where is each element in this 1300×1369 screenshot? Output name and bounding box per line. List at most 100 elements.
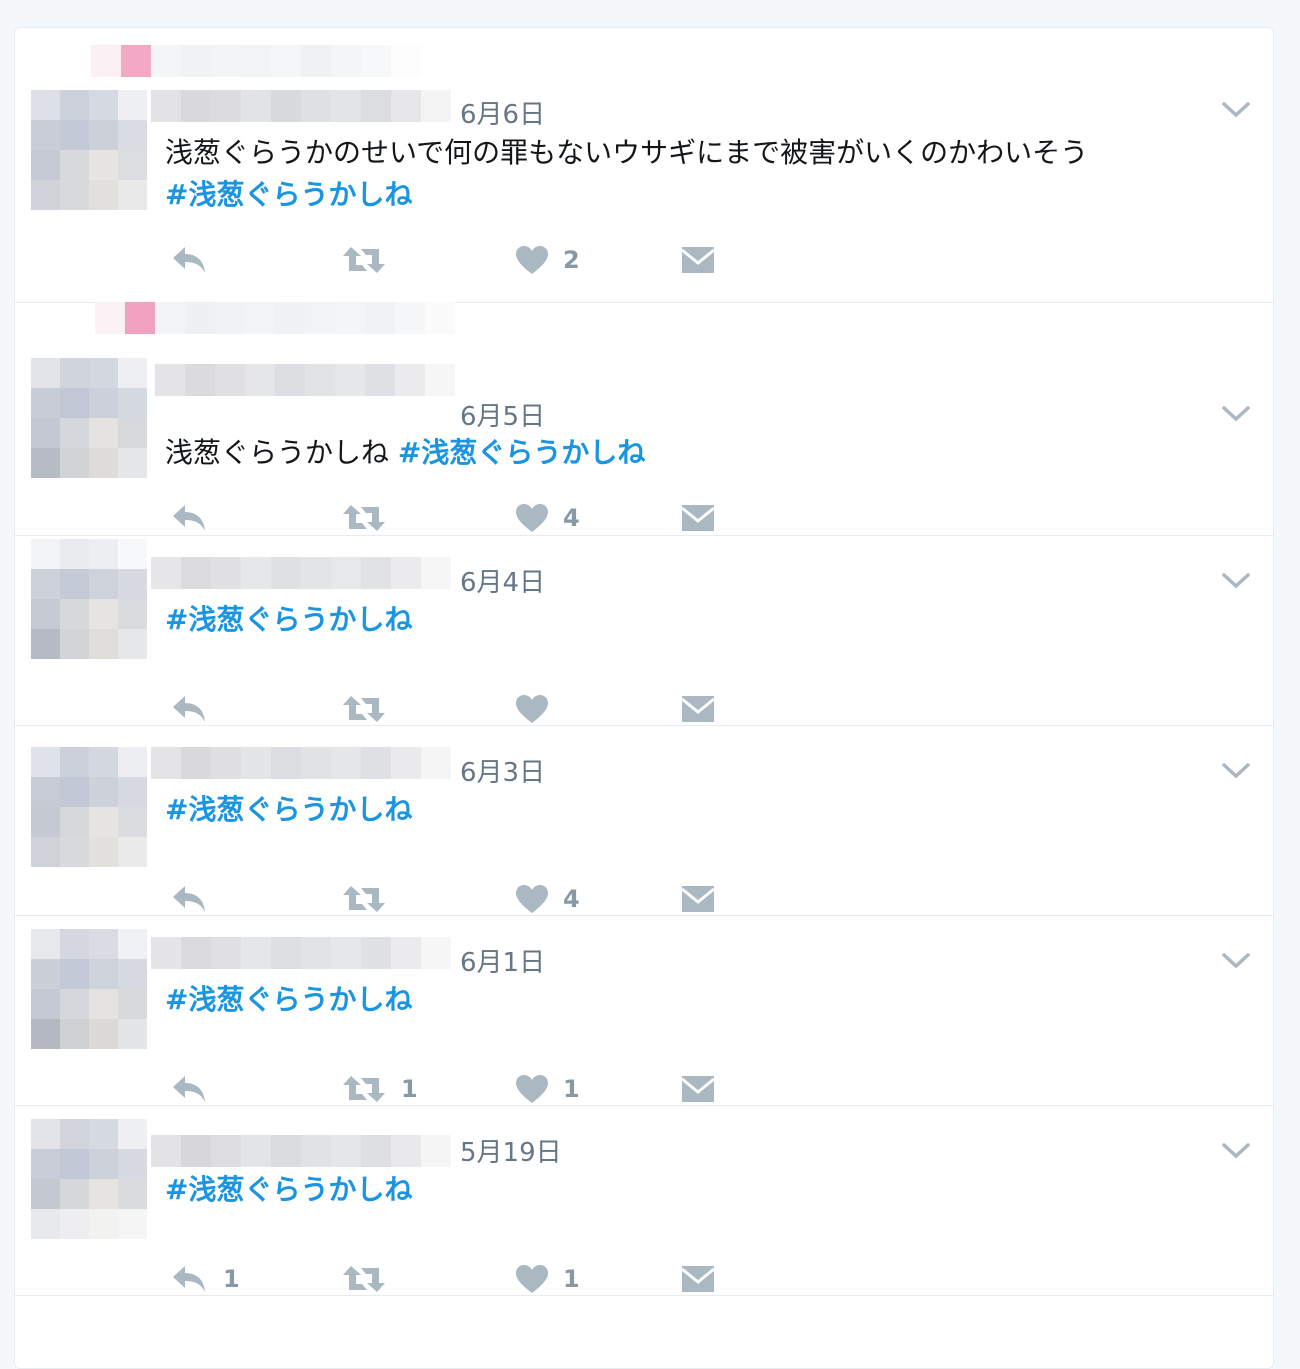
reply-button[interactable] [171, 1069, 223, 1109]
chevron-down-icon[interactable] [1221, 404, 1251, 424]
heart-icon [516, 1265, 548, 1293]
retweet-header-blurred [95, 302, 455, 334]
like-count: 4 [563, 885, 580, 913]
tweet[interactable]: 6月3日 #浅葱ぐらうかしね 4 [15, 725, 1273, 916]
direct-message-button[interactable] [681, 1069, 715, 1109]
like-button[interactable]: 2 [515, 240, 580, 280]
direct-message-button[interactable] [681, 240, 715, 280]
avatar[interactable] [31, 90, 147, 210]
chevron-down-icon[interactable] [1221, 100, 1251, 120]
direct-message-button[interactable] [681, 498, 715, 538]
reply-icon [173, 247, 205, 273]
retweet-header-blurred [91, 45, 451, 77]
like-button[interactable]: 1 [515, 1259, 580, 1299]
tweet-actions: 1 1 [165, 1259, 765, 1299]
user-name-blurred[interactable] [151, 747, 451, 779]
tweet-text: #浅葱ぐらうかしね [165, 599, 412, 641]
retweet-button[interactable] [341, 240, 401, 280]
tweet-actions: 1 1 [165, 1069, 765, 1109]
direct-message-button[interactable] [681, 1259, 715, 1299]
avatar[interactable] [31, 358, 147, 478]
reply-icon [173, 505, 205, 531]
tweet-date[interactable]: 6月3日 [460, 752, 545, 789]
reply-icon [173, 1076, 205, 1102]
direct-message-icon [681, 886, 715, 912]
like-button[interactable] [515, 689, 563, 729]
tweet-actions: 2 [165, 240, 765, 280]
heart-icon [516, 504, 548, 532]
like-button[interactable]: 1 [515, 1069, 580, 1109]
tweet-actions: 4 [165, 879, 765, 919]
retweet-button[interactable] [341, 689, 401, 729]
avatar[interactable] [31, 1119, 147, 1239]
direct-message-button[interactable] [681, 879, 715, 919]
tweet-timeline: 6月6日 浅葱ぐらうかのせいで何の罪もないウサギにまで被害がいくのかわいそう #… [14, 27, 1274, 1369]
user-name-blurred[interactable] [155, 364, 455, 396]
hashtag-link[interactable]: #浅葱ぐらうかしね [165, 983, 412, 1016]
like-button[interactable]: 4 [515, 498, 580, 538]
reply-count: 1 [223, 1265, 240, 1293]
tweet-text-plain: 浅葱ぐらうかしね [165, 436, 390, 469]
heart-icon [516, 695, 548, 723]
retweet-count: 1 [401, 1075, 418, 1103]
reply-button[interactable] [171, 879, 223, 919]
avatar[interactable] [31, 747, 147, 867]
user-name-blurred[interactable] [151, 1135, 451, 1167]
tweet-actions: 4 [165, 498, 765, 538]
tweet[interactable]: 6月1日 #浅葱ぐらうかしね 1 1 [15, 915, 1273, 1106]
retweet-button[interactable] [341, 1259, 401, 1299]
tweet[interactable]: 6月6日 浅葱ぐらうかのせいで何の罪もないウサギにまで被害がいくのかわいそう #… [15, 28, 1273, 303]
reply-button[interactable] [171, 240, 223, 280]
reply-icon [173, 696, 205, 722]
direct-message-icon [681, 1076, 715, 1102]
retweet-button[interactable]: 1 [341, 1069, 418, 1109]
reply-button[interactable] [171, 689, 223, 729]
tweet-date[interactable]: 6月5日 [460, 396, 545, 433]
direct-message-icon [681, 247, 715, 273]
hashtag-link[interactable]: #浅葱ぐらうかしね [165, 793, 412, 826]
retweet-icon [343, 696, 385, 722]
tweet-text: #浅葱ぐらうかしね [165, 789, 412, 831]
tweet-date[interactable]: 6月1日 [460, 942, 545, 979]
like-count: 4 [563, 504, 580, 532]
retweet-icon [343, 886, 385, 912]
tweet-text: #浅葱ぐらうかしね [165, 1169, 412, 1211]
like-count: 2 [563, 246, 580, 274]
user-name-blurred[interactable] [151, 557, 451, 589]
chevron-down-icon[interactable] [1221, 1141, 1251, 1161]
avatar[interactable] [31, 539, 147, 659]
tweet[interactable]: 5月19日 #浅葱ぐらうかしね 1 1 [15, 1105, 1273, 1296]
tweet-text: 浅葱ぐらうかのせいで何の罪もないウサギにまで被害がいくのかわいそう #浅葱ぐらう… [165, 132, 1088, 216]
retweet-icon [343, 505, 385, 531]
reply-button[interactable]: 1 [171, 1259, 240, 1299]
direct-message-icon [681, 1266, 715, 1292]
user-name-blurred[interactable] [151, 937, 451, 969]
retweet-button[interactable] [341, 879, 401, 919]
like-button[interactable]: 4 [515, 879, 580, 919]
tweet-date[interactable]: 5月19日 [460, 1132, 562, 1169]
tweet-text-plain: 浅葱ぐらうかのせいで何の罪もないウサギにまで被害がいくのかわいそう [165, 136, 1089, 169]
tweet-text: #浅葱ぐらうかしね [165, 979, 412, 1021]
like-count: 1 [563, 1075, 580, 1103]
hashtag-link[interactable]: #浅葱ぐらうかしね [165, 174, 1088, 216]
direct-message-button[interactable] [681, 689, 715, 729]
reply-button[interactable] [171, 498, 223, 538]
hashtag-link[interactable]: #浅葱ぐらうかしね [165, 603, 412, 636]
heart-icon [516, 1075, 548, 1103]
heart-icon [516, 246, 548, 274]
hashtag-link[interactable]: #浅葱ぐらうかしね [165, 1173, 412, 1206]
tweet[interactable]: 6月5日 浅葱ぐらうかしね #浅葱ぐらうかしね 4 [15, 302, 1273, 536]
tweet-date[interactable]: 6月4日 [460, 562, 545, 599]
hashtag-link[interactable]: #浅葱ぐらうかしね [398, 436, 645, 469]
tweet-text: 浅葱ぐらうかしね #浅葱ぐらうかしね [165, 432, 645, 474]
user-name-blurred[interactable] [151, 90, 451, 122]
retweet-button[interactable] [341, 498, 401, 538]
tweet[interactable]: 6月4日 #浅葱ぐらうかしね [15, 535, 1273, 726]
avatar[interactable] [31, 929, 147, 1049]
tweet-date[interactable]: 6月6日 [460, 94, 545, 131]
reply-icon [173, 886, 205, 912]
chevron-down-icon[interactable] [1221, 951, 1251, 971]
chevron-down-icon[interactable] [1221, 761, 1251, 781]
chevron-down-icon[interactable] [1221, 571, 1251, 591]
retweet-icon [343, 1266, 385, 1292]
